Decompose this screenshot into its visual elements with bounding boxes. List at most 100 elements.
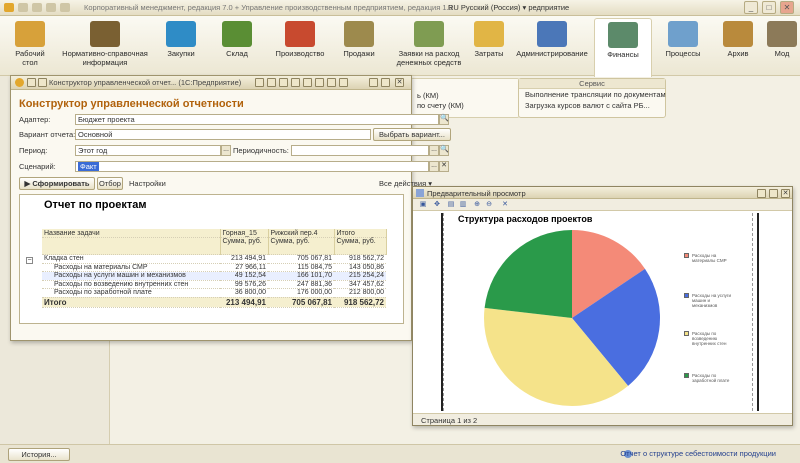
- back-icon[interactable]: [27, 78, 36, 87]
- window-close-button[interactable]: ✕: [395, 78, 404, 87]
- table-row[interactable]: Кладка стен 213 494,91 705 067,81 918 56…: [42, 254, 386, 264]
- period-select-button[interactable]: ...: [221, 145, 231, 156]
- history-button[interactable]: История...: [8, 448, 70, 461]
- ribbon-sales[interactable]: Продажи: [336, 21, 382, 58]
- status-link[interactable]: Отчет о структуре себестоимости продукци…: [620, 449, 776, 458]
- table-row[interactable]: Расходы на материалы СМР 27 966,11 115 0…: [42, 263, 386, 272]
- table-row[interactable]: Расходы по возведению внутренних стен 99…: [42, 280, 386, 289]
- app-logo-icon: [15, 78, 24, 87]
- report-builder-window: Конструктор управленческой отчет... (1С:…: [10, 75, 451, 341]
- ribbon-administration[interactable]: Администрирование: [516, 21, 588, 58]
- table-row[interactable]: Расходы по заработной плате 36 800,00 17…: [42, 288, 386, 298]
- group-name: Кладка стен: [42, 254, 220, 264]
- report-title: Отчет по проектам: [44, 199, 147, 211]
- paste-icon[interactable]: [291, 78, 300, 87]
- ribbon-reference[interactable]: Нормативно-справочная информация: [60, 21, 150, 67]
- periodicity-select-button[interactable]: ...: [429, 145, 439, 156]
- module-icon: [767, 21, 797, 47]
- variant-label: Вариант отчета:: [19, 130, 76, 139]
- zoom-in-icon[interactable]: ⊕: [473, 201, 481, 209]
- settings-button[interactable]: Настройки: [129, 179, 166, 188]
- window-minimize-button[interactable]: [369, 78, 378, 87]
- archive-icon: [723, 21, 753, 47]
- column-header-total: Итого: [334, 229, 387, 238]
- section-ribbon: Рабочий стол Нормативно-справочная инфор…: [0, 16, 800, 77]
- scenario-select-button[interactable]: ...: [429, 161, 439, 172]
- collapse-group-icon[interactable]: −: [26, 257, 33, 264]
- legend-label: Расходы по возведению внутренних стен: [692, 331, 727, 346]
- adapter-search-icon[interactable]: 🔍: [439, 114, 449, 125]
- panel-link-1[interactable]: ь (КМ): [411, 91, 519, 101]
- preview-minimize-button[interactable]: [757, 189, 766, 198]
- ribbon-costs[interactable]: Затраты: [466, 21, 512, 58]
- save-icon[interactable]: [46, 3, 56, 12]
- legend-swatch: [684, 293, 689, 298]
- app-title: Корпоративный менеджмент, редакция 7.0 +…: [84, 3, 453, 12]
- ribbon-purchases[interactable]: Закупки: [158, 21, 204, 58]
- ribbon-desktop[interactable]: Рабочий стол: [8, 21, 52, 67]
- close-preview-icon[interactable]: ✕: [501, 201, 509, 209]
- help-icon[interactable]: [339, 78, 348, 87]
- variant-field[interactable]: Основной: [75, 129, 371, 140]
- pages-icon[interactable]: ▥: [459, 201, 467, 209]
- zoom-out-icon[interactable]: ⊖: [485, 201, 493, 209]
- subheader-sum: Сумма, руб.: [268, 237, 335, 255]
- window-maximize-button[interactable]: [381, 78, 390, 87]
- legend-label: Расходы на материалы СМР: [692, 253, 727, 263]
- truck-icon: [166, 21, 196, 47]
- books-icon: [90, 21, 120, 47]
- service-panel: Сервис Выполнение трансляции по документ…: [518, 78, 666, 118]
- forward-icon[interactable]: [32, 3, 42, 12]
- home-icon[interactable]: [60, 3, 70, 12]
- scenario-field[interactable]: Факт: [75, 161, 429, 172]
- service-link-rates[interactable]: Загрузка курсов валют с сайта РБ...: [519, 100, 665, 111]
- forward-icon[interactable]: [38, 78, 47, 87]
- period-label: Период:: [19, 146, 48, 155]
- adapter-field[interactable]: Бюджет проекта: [75, 114, 439, 125]
- page-icon[interactable]: ▤: [447, 201, 455, 209]
- legend-label: Расходы по заработной плате: [692, 373, 730, 383]
- warehouse-icon: [222, 21, 252, 47]
- preview-maximize-button[interactable]: [769, 189, 778, 198]
- ribbon-finance[interactable]: Финансы: [594, 18, 652, 77]
- ribbon-cash-requests[interactable]: Заявки на расход денежных средств: [388, 21, 470, 67]
- move-icon[interactable]: ✥: [433, 201, 441, 209]
- sales-icon: [344, 21, 374, 47]
- periodicity-search-icon[interactable]: 🔍: [439, 145, 449, 156]
- save-icon[interactable]: [255, 78, 264, 87]
- calc-icon[interactable]: [315, 78, 324, 87]
- maximize-button[interactable]: □: [762, 1, 776, 14]
- mail-icon[interactable]: [303, 78, 312, 87]
- copy-icon[interactable]: [279, 78, 288, 87]
- select-button[interactable]: Отбор: [97, 177, 123, 190]
- service-link-translation[interactable]: Выполнение трансляции по документам: [519, 89, 666, 100]
- ribbon-more[interactable]: Мод: [766, 21, 798, 58]
- preview-toolbar: ▣ ✥ ▤ ▥ ⊕ ⊖ ✕: [413, 199, 792, 211]
- minimize-button[interactable]: _: [744, 1, 758, 14]
- status-bar: История... Отчет о структуре себестоимос…: [0, 444, 800, 463]
- ribbon-processes[interactable]: Процессы: [660, 21, 706, 58]
- ribbon-production[interactable]: Производство: [270, 21, 330, 58]
- ribbon-archive[interactable]: Архив: [718, 21, 758, 58]
- choose-variant-button[interactable]: Выбрать вариант...: [373, 128, 451, 141]
- periodicity-field[interactable]: [291, 145, 429, 156]
- scenario-clear-icon[interactable]: ✕: [439, 161, 449, 172]
- pie-chart: [484, 230, 660, 406]
- period-field[interactable]: Этот год: [75, 145, 221, 156]
- preview-close-button[interactable]: ✕: [781, 189, 790, 198]
- ribbon-warehouse[interactable]: Склад: [214, 21, 260, 58]
- close-button[interactable]: ✕: [780, 1, 794, 14]
- print-icon[interactable]: [267, 78, 276, 87]
- calendar-icon[interactable]: [327, 78, 336, 87]
- table-row[interactable]: Расходы на услуги машин и механизмов 49 …: [42, 271, 386, 281]
- panel-link-2[interactable]: по счету (КМ): [411, 101, 519, 111]
- preview-window: Предварительный просмотр ✕ ▣ ✥ ▤ ▥ ⊕ ⊖ ✕…: [412, 186, 793, 426]
- generate-button[interactable]: ▶ Сформировать: [19, 177, 95, 190]
- back-icon[interactable]: [18, 3, 28, 12]
- legend-swatch: [684, 253, 689, 258]
- language-indicator[interactable]: RU Русский (Россия) ▾ редприятие: [448, 3, 569, 12]
- window-title: Конструктор управленческой отчет... (1С:…: [49, 78, 242, 87]
- finance-icon: [608, 22, 638, 48]
- print-icon[interactable]: ▣: [419, 201, 427, 209]
- table-total-row[interactable]: Итого 213 494,91 705 067,81 918 562,72: [42, 297, 386, 308]
